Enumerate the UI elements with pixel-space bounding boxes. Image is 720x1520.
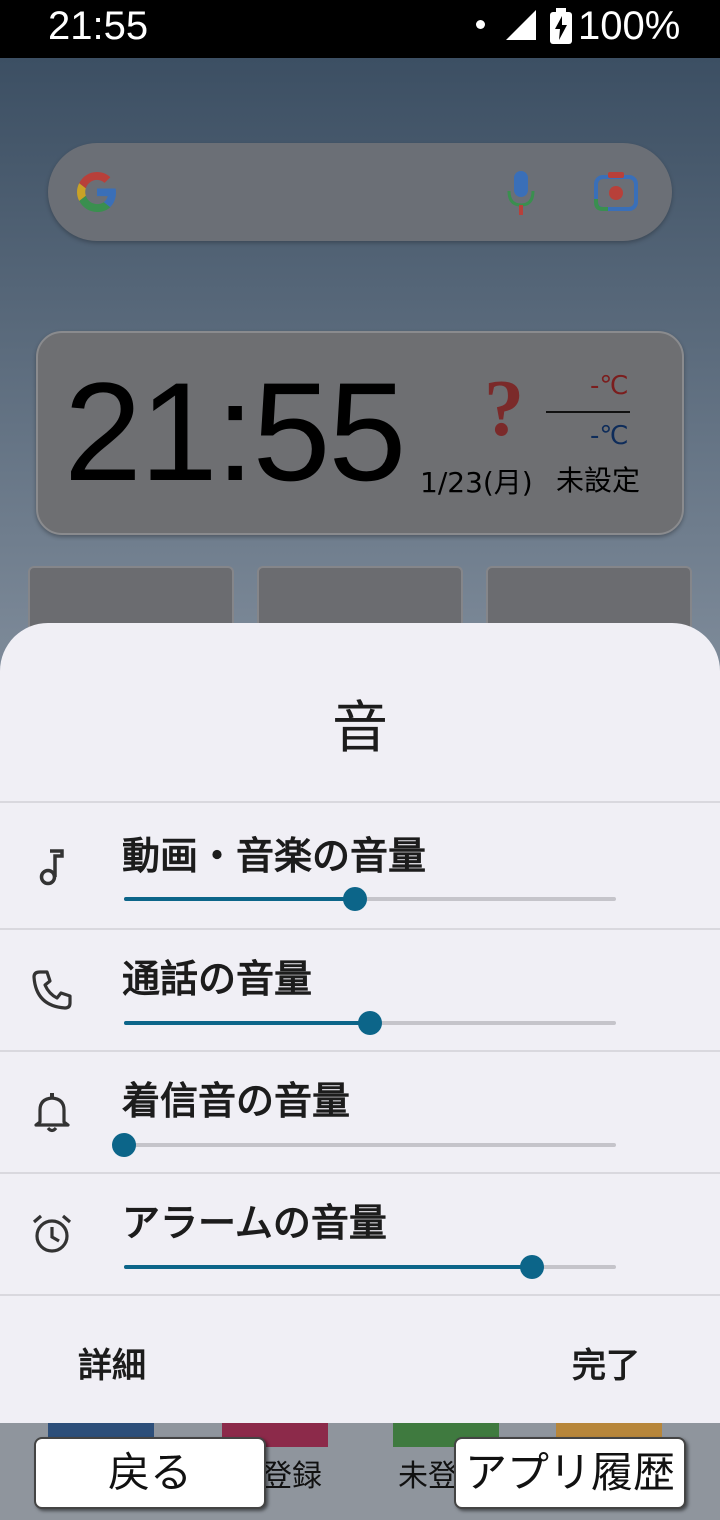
alarm-volume-slider[interactable] bbox=[124, 1255, 616, 1279]
detail-button[interactable]: 詳細 bbox=[78, 1338, 146, 1387]
signal-icon bbox=[506, 10, 536, 40]
widget-date: 1/23(月) bbox=[420, 466, 533, 499]
mic-icon[interactable] bbox=[506, 171, 536, 215]
slider-fill bbox=[124, 1265, 533, 1269]
media-volume-label: 動画・音楽の音量 bbox=[122, 834, 427, 878]
status-bar: 21:55 100% bbox=[0, 0, 720, 58]
bell-icon bbox=[34, 1093, 70, 1133]
sheet-title: 音 bbox=[332, 696, 388, 761]
lens-camera-icon[interactable] bbox=[594, 171, 638, 211]
dock-label-2: 未登 bbox=[398, 1459, 458, 1494]
battery-percent: 100% bbox=[578, 4, 681, 48]
ringtone-volume-label: 着信音の音量 bbox=[122, 1079, 351, 1123]
widget-time: 21:55 bbox=[64, 353, 406, 510]
call-volume-row: 通話の音量 bbox=[0, 930, 720, 1052]
widget-location: 未設定 bbox=[556, 464, 641, 497]
bottom-navigation: 登録 未登 戻る アプリ履歴 bbox=[0, 1423, 720, 1520]
temp-high: -℃ bbox=[590, 371, 629, 401]
done-button[interactable]: 完了 bbox=[572, 1338, 640, 1387]
weather-unknown-icon: ? bbox=[484, 365, 524, 453]
notification-dot-icon bbox=[476, 20, 485, 29]
dock-label-1: 登録 bbox=[262, 1459, 322, 1494]
music-note-icon bbox=[39, 849, 64, 886]
recent-apps-button[interactable]: アプリ履歴 bbox=[454, 1437, 686, 1509]
slider-fill bbox=[124, 897, 356, 901]
clock-weather-widget[interactable]: 21:55 ? -℃ -℃ 1/23(月) 未設定 bbox=[36, 331, 684, 535]
slider-thumb[interactable] bbox=[343, 887, 368, 911]
alarm-volume-label: アラームの音量 bbox=[122, 1201, 387, 1245]
slider-fill bbox=[124, 1021, 370, 1025]
call-volume-slider[interactable] bbox=[124, 1011, 616, 1035]
google-logo-icon bbox=[77, 172, 116, 212]
alarm-volume-row: アラームの音量 bbox=[0, 1174, 720, 1296]
divider bbox=[0, 1294, 720, 1296]
slider-thumb[interactable] bbox=[520, 1255, 545, 1279]
back-button[interactable]: 戻る bbox=[34, 1437, 266, 1509]
temp-divider bbox=[546, 411, 630, 413]
ringtone-volume-slider[interactable] bbox=[112, 1133, 616, 1157]
google-search-bar[interactable] bbox=[48, 143, 672, 241]
media-volume-row: 動画・音楽の音量 bbox=[0, 807, 720, 929]
alarm-icon bbox=[32, 1214, 72, 1253]
media-volume-slider[interactable] bbox=[124, 887, 616, 911]
slider-track bbox=[124, 1143, 616, 1147]
temp-low: -℃ bbox=[590, 421, 629, 451]
phone-icon bbox=[32, 970, 72, 1010]
slider-thumb[interactable] bbox=[112, 1133, 136, 1157]
slider-thumb[interactable] bbox=[358, 1011, 382, 1035]
status-time: 21:55 bbox=[48, 4, 149, 48]
sound-volume-sheet: 音 動画・音楽の音量 通話の音量 着信音の音量 アラームの音量 詳細 完了 bbox=[0, 623, 720, 1423]
ringtone-volume-row: 着信音の音量 bbox=[0, 1052, 720, 1174]
battery-charging-icon bbox=[550, 8, 572, 44]
call-volume-label: 通話の音量 bbox=[122, 957, 313, 1001]
divider bbox=[0, 801, 720, 803]
